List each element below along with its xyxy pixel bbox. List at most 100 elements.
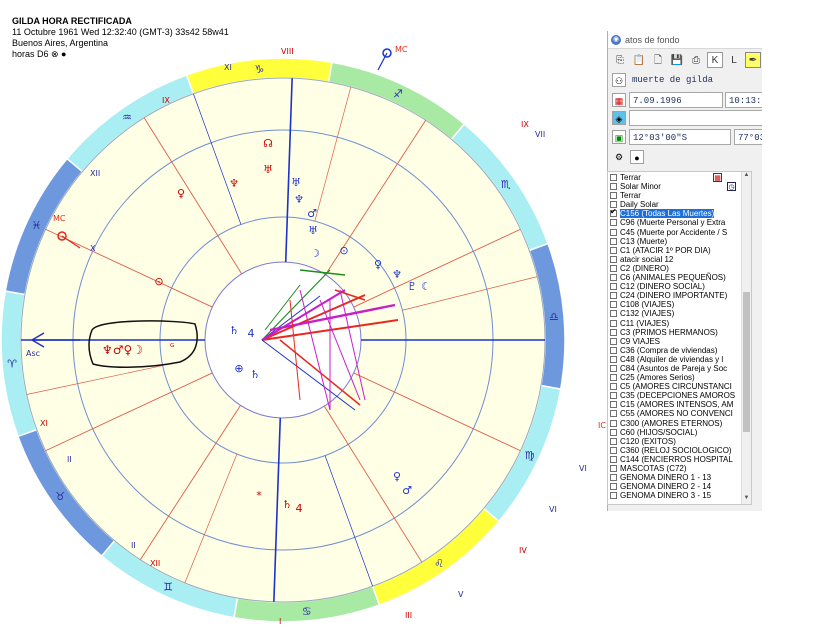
list-item-checkbox[interactable] — [610, 207, 617, 218]
list-item-checkbox[interactable] — [610, 392, 617, 400]
list-item[interactable]: Daily Solar — [608, 200, 740, 209]
list-item[interactable]: atacir social 12 — [608, 255, 740, 264]
astrology-chart-wheel[interactable]: ♈♉♊♋♌♍♎♏♐♑♒♓AscMCMCICVIIIIXXIXIIXXIIIXII… — [0, 0, 606, 642]
scroll-thumb[interactable] — [743, 292, 750, 432]
list-item-checkbox[interactable] — [610, 465, 617, 472]
list-item[interactable]: Solar Minor — [608, 182, 740, 191]
list-item-checkbox[interactable] — [610, 337, 617, 345]
list-item-checkbox[interactable] — [610, 310, 617, 318]
list-item[interactable]: C360 (RELOJ SOCIOLOGICO) — [608, 446, 740, 455]
list-item[interactable]: C300 (AMORES ETERNOS) — [608, 419, 740, 428]
list-item-checkbox[interactable] — [610, 410, 617, 418]
list-item[interactable]: C108 (VIAJES) — [608, 300, 740, 309]
list-item-checkbox[interactable] — [610, 292, 617, 300]
list-scrollbar[interactable]: ▲ ▼ — [741, 172, 751, 504]
list-item-checkbox[interactable] — [610, 364, 617, 372]
longitude-field[interactable]: 77°03' — [734, 129, 762, 145]
list-item[interactable]: MASCOTAS (C72) — [608, 464, 740, 473]
print-icon[interactable]: ⎙ — [688, 52, 704, 68]
place-field[interactable] — [629, 110, 762, 126]
list-item-checkbox[interactable] — [610, 474, 617, 482]
list-item-checkbox[interactable] — [610, 264, 617, 272]
time-field[interactable]: 10:13:30 — [725, 92, 762, 108]
list-item[interactable]: C156 (Todas Las Muertes) — [608, 207, 740, 219]
list-item-checkbox[interactable] — [610, 383, 617, 391]
list-item[interactable]: C35 (DECEPCIONES AMOROS — [608, 391, 740, 400]
list-item[interactable]: C144 (ENCIERROS HOSPITAL — [608, 455, 740, 464]
map-icon[interactable]: ▣ — [612, 130, 626, 144]
dot-toggle-button[interactable]: ● — [630, 150, 644, 164]
list-item[interactable]: C60 (HIJOS/SOCIAL) — [608, 428, 740, 437]
save-icon[interactable]: 💾 — [669, 52, 685, 68]
list-item[interactable]: GENOMA DINERO 2 - 14 — [608, 482, 740, 491]
list-item[interactable]: C36 (Compra de viviendas) — [608, 346, 740, 355]
list-item-checkbox[interactable] — [610, 455, 617, 463]
list-item-checkbox[interactable] — [610, 246, 617, 254]
scroll-up-icon[interactable]: ▲ — [742, 172, 751, 181]
paste-icon[interactable]: 📋 — [631, 52, 647, 68]
list-item-checkbox[interactable] — [610, 255, 617, 263]
list-item-checkbox[interactable] — [610, 301, 617, 309]
list-item-checkbox[interactable] — [610, 419, 617, 427]
event-name-field[interactable]: muerte de gilda — [629, 72, 762, 88]
list-item[interactable]: C9 VIAJES — [608, 337, 740, 346]
list-item-checkbox[interactable] — [610, 328, 617, 336]
list-item[interactable]: C5 (AMORES CIRCUNSTANCI — [608, 382, 740, 391]
list-item[interactable]: C96 (Muerte Personal y Extra — [608, 218, 740, 227]
list-item[interactable]: GENOMA DINERO 3 - 15 — [608, 491, 740, 500]
list-item[interactable]: C15 (AMORES INTENSOS, AM — [608, 400, 740, 409]
list-item-checkbox[interactable] — [610, 437, 617, 445]
list-item-checkbox[interactable] — [610, 492, 617, 500]
list-item-checkbox[interactable] — [610, 401, 617, 409]
copy-icon[interactable]: ⎘ — [612, 52, 628, 68]
settings-icon[interactable]: ⚙ — [612, 150, 626, 164]
pen-icon[interactable]: ✒ — [745, 52, 761, 68]
list-item-checkbox[interactable] — [610, 183, 617, 191]
list-item-checkbox[interactable] — [610, 483, 617, 491]
list-item-checkbox[interactable] — [610, 355, 617, 363]
latitude-field[interactable]: 12°03'00"S — [629, 129, 731, 145]
list-item[interactable]: GENOMA DINERO 1 - 13 — [608, 473, 740, 482]
list-item-checkbox[interactable] — [610, 319, 617, 327]
list-item[interactable]: C45 (Muerte por Accidente / S — [608, 228, 740, 237]
list-item[interactable]: C24 (DINERO IMPORTANTE) — [608, 291, 740, 300]
list-item-checkbox[interactable] — [610, 237, 617, 245]
list-item[interactable]: C11 (VIAJES) — [608, 319, 740, 328]
list-item-checkbox[interactable] — [610, 283, 617, 291]
calendar-icon[interactable]: ▦ — [612, 93, 626, 107]
list-item-label: C300 (AMORES ETERNOS) — [620, 418, 723, 428]
scroll-down-icon[interactable]: ▼ — [742, 495, 751, 504]
list-item[interactable]: C6 (ANIMALES PEQUEÑOS) — [608, 273, 740, 282]
list-item-checkbox[interactable] — [610, 274, 617, 282]
list-item[interactable]: C120 (EXITOS) — [608, 437, 740, 446]
clock-small-icon[interactable]: ◷ — [727, 182, 736, 191]
chart-type-list[interactable]: TerrarSolar MinorTerrarDaily SolarC156 (… — [607, 171, 752, 505]
person-icon[interactable]: ⚇ — [612, 73, 626, 87]
list-item[interactable]: C3 (PRIMOS HERMANOS) — [608, 328, 740, 337]
list-item[interactable]: C48 (Alquiler de viviendas y l — [608, 355, 740, 364]
list-item[interactable]: C12 (DINERO SOCIAL) — [608, 282, 740, 291]
toolbar-l-button[interactable]: L — [726, 52, 742, 68]
list-item[interactable]: C1 (ATACIR 1º POR DIA) — [608, 246, 740, 255]
list-item-checkbox[interactable] — [610, 219, 617, 227]
list-item[interactable]: C132 (VIAJES) — [608, 309, 740, 318]
list-item-checkbox[interactable] — [610, 446, 617, 454]
house-numeral: IX — [162, 96, 170, 105]
list-item-checkbox[interactable] — [610, 428, 617, 436]
list-item[interactable]: Terrar — [608, 191, 740, 200]
list-item-checkbox[interactable] — [610, 228, 617, 236]
new-icon[interactable]: 🗋 — [650, 52, 666, 68]
list-item-checkbox[interactable] — [610, 192, 617, 200]
list-item[interactable]: C13 (Muerte) — [608, 237, 740, 246]
list-item-checkbox[interactable] — [610, 346, 617, 354]
list-item[interactable]: C25 (Amores Serios) — [608, 373, 740, 382]
list-item[interactable]: C55 (AMORES NO CONVENCI — [608, 409, 740, 418]
list-item[interactable]: C84 (Asuntos de Pareja y Soc — [608, 364, 740, 373]
toolbar-k-button[interactable]: K — [707, 52, 723, 68]
date-field[interactable]: 7.09.1996 — [629, 92, 723, 108]
globe-icon[interactable]: ◈ — [612, 111, 626, 125]
list-item[interactable]: C2 (DINERO) — [608, 264, 740, 273]
calendar-small-icon[interactable]: ▦ — [713, 173, 722, 182]
list-item-checkbox[interactable] — [610, 174, 617, 181]
list-item-checkbox[interactable] — [610, 374, 617, 382]
